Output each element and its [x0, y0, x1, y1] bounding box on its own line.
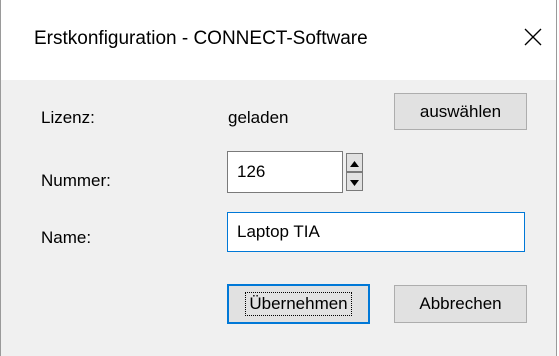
dialog-window: Erstkonfiguration - CONNECT-Software Liz… [0, 0, 557, 356]
close-button[interactable] [510, 14, 556, 64]
license-status: geladen [228, 108, 289, 127]
spin-up-button[interactable] [346, 153, 363, 172]
window-title: Erstkonfiguration - CONNECT-Software [34, 28, 368, 49]
title-bar[interactable]: Erstkonfiguration - CONNECT-Software [1, 0, 556, 80]
number-label: Nummer: [41, 171, 111, 190]
select-license-button[interactable]: auswählen [394, 93, 527, 130]
apply-button[interactable]: Übernehmen [227, 284, 370, 324]
name-input[interactable]: Laptop TIA [227, 212, 525, 252]
license-label: Lizenz: [41, 108, 95, 127]
cancel-button[interactable]: Abbrechen [394, 285, 527, 323]
apply-button-label: Übernehmen [245, 292, 352, 316]
spin-down-button[interactable] [346, 172, 363, 191]
name-label: Name: [41, 228, 92, 247]
spin-up-icon [350, 154, 359, 172]
close-icon [524, 28, 542, 51]
dialog-body: Lizenz: geladen auswählen Nummer: 126 Na… [1, 80, 556, 356]
spin-down-icon [350, 173, 359, 191]
number-input[interactable]: 126 [227, 151, 343, 193]
